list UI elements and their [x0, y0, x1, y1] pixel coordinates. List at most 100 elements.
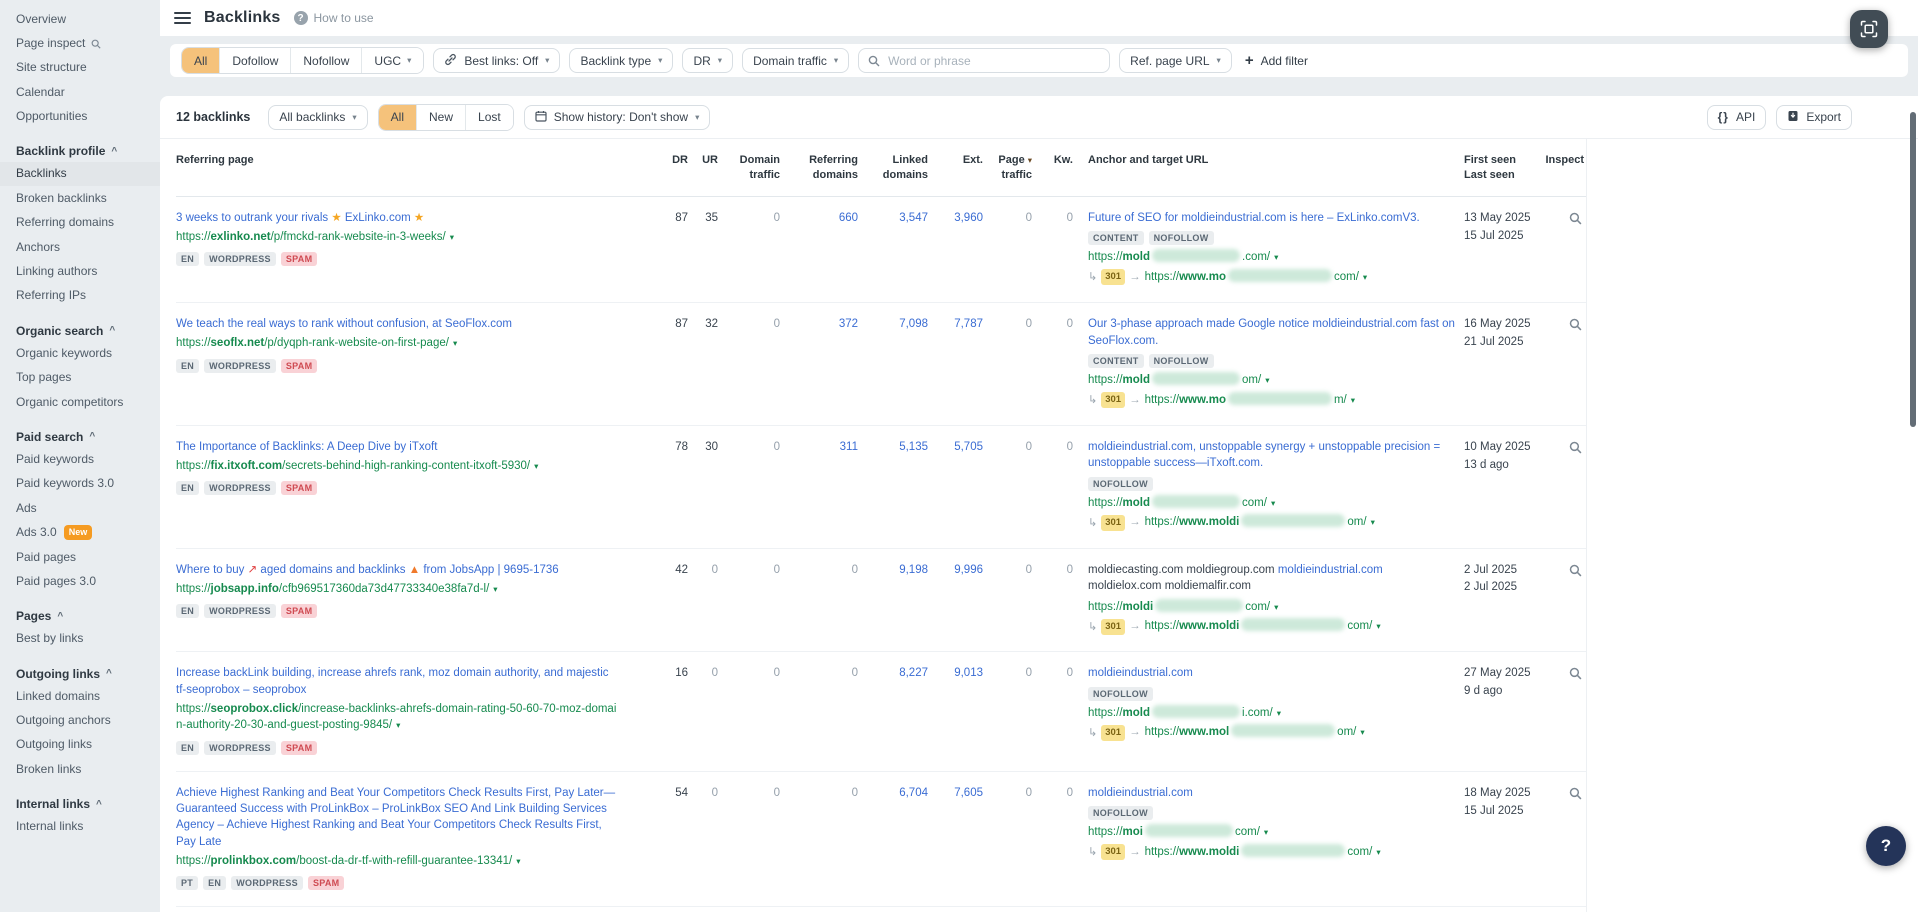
- col-referring-domains[interactable]: Referring domains: [780, 153, 858, 184]
- inspect-icon[interactable]: [1569, 439, 1582, 454]
- cell-ext[interactable]: 9,013: [928, 665, 983, 754]
- filter-ugc[interactable]: UGC ▾: [361, 48, 423, 73]
- inspect-icon[interactable]: [1569, 785, 1582, 800]
- sidebar-section-pages[interactable]: Pages^: [0, 606, 160, 627]
- col-first-last-seen[interactable]: First seen Last seen: [1464, 153, 1542, 184]
- referring-page-title[interactable]: Where to buy ↗ aged domains and backlink…: [176, 562, 618, 578]
- sidebar-section-backlink-profile[interactable]: Backlink profile^: [0, 141, 160, 162]
- referring-page-title[interactable]: Increase backLink building, increase ahr…: [176, 665, 618, 698]
- sidebar-section-outgoing-links[interactable]: Outgoing links^: [0, 663, 160, 684]
- anchor-link[interactable]: Future of SEO for moldieindustrial.com i…: [1088, 212, 1420, 224]
- sidebar-item-referring-ips[interactable]: Referring IPs: [0, 284, 160, 308]
- chevron-down-icon[interactable]: ▾: [1274, 602, 1278, 612]
- col-ur[interactable]: UR: [688, 153, 718, 184]
- sidebar-item-paid-keywords-3-0[interactable]: Paid keywords 3.0: [0, 472, 160, 496]
- anchor-link[interactable]: moldieindustrial.com, unstoppable synerg…: [1088, 441, 1440, 470]
- filter-dofollow[interactable]: Dofollow: [219, 48, 290, 73]
- sidebar-section-paid-search[interactable]: Paid search^: [0, 426, 160, 447]
- sidebar-item-ads-3-0[interactable]: Ads 3.0New: [0, 521, 160, 545]
- col-dr[interactable]: DR: [640, 153, 688, 184]
- chevron-down-icon[interactable]: ▾: [450, 232, 454, 242]
- anchor-link[interactable]: moldieindustrial.com: [1088, 667, 1193, 679]
- sidebar-item-backlinks[interactable]: Backlinks: [0, 162, 160, 186]
- sidebar-item-anchors[interactable]: Anchors: [0, 235, 160, 259]
- col-ext[interactable]: Ext.: [928, 153, 983, 184]
- sidebar-item-opportunities[interactable]: Opportunities: [0, 105, 160, 129]
- help-button[interactable]: ?: [1866, 826, 1906, 866]
- inspect-icon[interactable]: [1569, 316, 1582, 331]
- chevron-down-icon[interactable]: ▾: [1264, 827, 1268, 837]
- ref-page-url-filter[interactable]: Ref. page URL ▾: [1119, 48, 1232, 73]
- screenshot-button[interactable]: [1850, 10, 1888, 48]
- cell-ext[interactable]: 7,605: [928, 785, 983, 891]
- chevron-down-icon[interactable]: ▾: [1371, 517, 1375, 527]
- state-new[interactable]: New: [416, 105, 465, 130]
- sidebar-item-organic-keywords[interactable]: Organic keywords: [0, 341, 160, 365]
- sidebar-item-broken-links[interactable]: Broken links: [0, 757, 160, 781]
- sidebar-item-paid-pages-3-0[interactable]: Paid pages 3.0: [0, 569, 160, 593]
- anchor-link[interactable]: Our 3-phase approach made Google notice …: [1088, 318, 1455, 347]
- chevron-down-icon[interactable]: ▾: [534, 461, 538, 471]
- cell-referring-domains[interactable]: 311: [780, 439, 858, 532]
- filter-all[interactable]: All: [182, 48, 219, 73]
- sidebar-item-linked-domains[interactable]: Linked domains: [0, 684, 160, 708]
- export-button[interactable]: Export: [1776, 105, 1852, 130]
- chevron-down-icon[interactable]: ▾: [1274, 252, 1278, 262]
- api-button[interactable]: {} API: [1707, 105, 1767, 130]
- scrollbar-thumb[interactable]: [1910, 112, 1916, 427]
- menu-icon[interactable]: [174, 12, 191, 24]
- col-anchor[interactable]: Anchor and target URL: [1073, 153, 1464, 184]
- sidebar-item-calendar[interactable]: Calendar: [0, 80, 160, 104]
- cell-linked-domains[interactable]: 5,135: [858, 439, 928, 532]
- col-referring-page[interactable]: Referring page: [176, 153, 640, 184]
- sidebar-item-referring-domains[interactable]: Referring domains: [0, 211, 160, 235]
- sidebar-item-broken-backlinks[interactable]: Broken backlinks: [0, 186, 160, 210]
- chevron-down-icon[interactable]: ▾: [516, 856, 520, 866]
- cell-linked-domains[interactable]: 6,704: [858, 785, 928, 891]
- inspect-icon[interactable]: [1569, 665, 1582, 680]
- state-lost[interactable]: Lost: [465, 105, 513, 130]
- referring-page-title[interactable]: The Importance of Backlinks: A Deep Dive…: [176, 439, 618, 455]
- sidebar-item-ads[interactable]: Ads: [0, 496, 160, 520]
- sidebar-item-best-by-links[interactable]: Best by links: [0, 627, 160, 651]
- cell-ext[interactable]: 7,787: [928, 316, 983, 409]
- cell-linked-domains[interactable]: 7,098: [858, 316, 928, 409]
- referring-page-title[interactable]: 3 weeks to outrank your rivals ★ ExLinko…: [176, 210, 618, 226]
- cell-ext[interactable]: 5,705: [928, 439, 983, 532]
- cell-referring-domains[interactable]: 660: [780, 210, 858, 286]
- domain-traffic-filter[interactable]: Domain traffic ▾: [742, 48, 849, 73]
- sidebar-item-paid-keywords[interactable]: Paid keywords: [0, 447, 160, 471]
- cell-ext[interactable]: 3,960: [928, 210, 983, 286]
- anchor-link[interactable]: moldieindustrial.com: [1278, 564, 1383, 576]
- cell-linked-domains[interactable]: 8,227: [858, 665, 928, 754]
- cell-ext[interactable]: 9,996: [928, 562, 983, 636]
- chevron-down-icon[interactable]: ▾: [1351, 395, 1355, 405]
- anchor-link[interactable]: moldieindustrial.com: [1088, 787, 1193, 799]
- how-to-use-link[interactable]: ? How to use: [294, 11, 374, 25]
- inspect-icon[interactable]: [1569, 562, 1582, 577]
- chevron-down-icon[interactable]: ▾: [1265, 375, 1269, 385]
- referring-page-title[interactable]: Achieve Highest Ranking and Beat Your Co…: [176, 785, 618, 850]
- chevron-down-icon[interactable]: ▾: [1277, 708, 1281, 718]
- chevron-down-icon[interactable]: ▾: [1376, 847, 1380, 857]
- dr-filter[interactable]: DR ▾: [682, 48, 733, 73]
- show-history-dropdown[interactable]: Show history: Don't show ▾: [524, 105, 711, 130]
- chevron-down-icon[interactable]: ▾: [1363, 272, 1367, 282]
- chevron-down-icon[interactable]: ▾: [493, 584, 497, 594]
- col-domain-traffic[interactable]: Domain traffic: [718, 153, 780, 184]
- sidebar-item-overview[interactable]: Overview: [0, 7, 160, 31]
- best-links-filter[interactable]: Best links: Off ▾: [433, 48, 560, 73]
- sidebar-item-internal-links[interactable]: Internal links: [0, 815, 160, 839]
- sidebar-item-paid-pages[interactable]: Paid pages: [0, 545, 160, 569]
- chevron-down-icon[interactable]: ▾: [1271, 498, 1275, 508]
- referring-page-title[interactable]: We teach the real ways to rank without c…: [176, 316, 618, 332]
- search-input[interactable]: [886, 49, 1100, 73]
- sidebar-item-outgoing-links[interactable]: Outgoing links: [0, 733, 160, 757]
- col-kw[interactable]: Kw.: [1032, 153, 1073, 184]
- sidebar-item-top-pages[interactable]: Top pages: [0, 366, 160, 390]
- cell-linked-domains[interactable]: 3,547: [858, 210, 928, 286]
- chevron-down-icon[interactable]: ▾: [453, 338, 457, 348]
- cell-linked-domains[interactable]: 9,198: [858, 562, 928, 636]
- sidebar-section-organic-search[interactable]: Organic search^: [0, 320, 160, 341]
- sidebar-item-outgoing-anchors[interactable]: Outgoing anchors: [0, 709, 160, 733]
